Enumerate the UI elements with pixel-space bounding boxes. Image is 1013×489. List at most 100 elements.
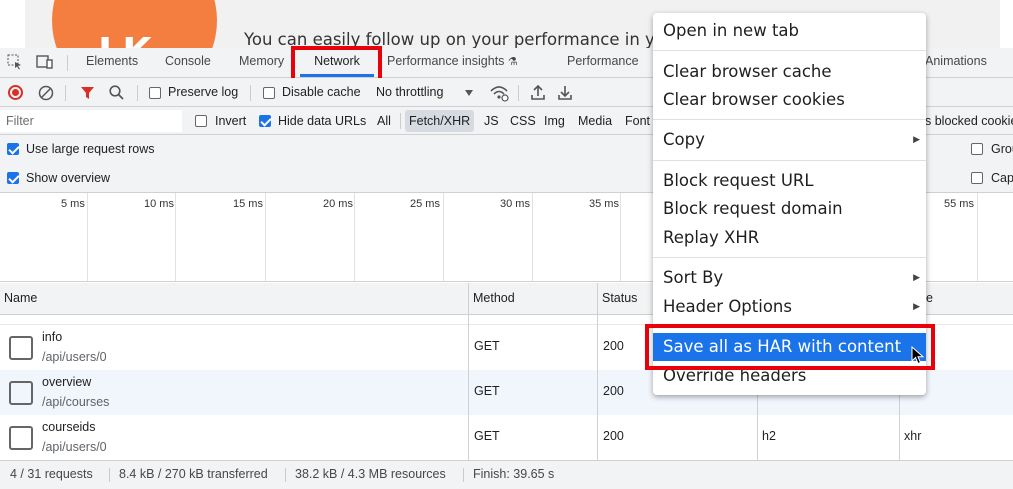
tab-performance-insights[interactable]: Performance insights ⚗: [387, 48, 518, 77]
timeline-tick-label: 15 ms: [233, 198, 263, 210]
clear-icon[interactable]: [38, 85, 54, 101]
type-filter-media[interactable]: Media: [574, 110, 616, 132]
filter-placeholder: Filter: [6, 114, 34, 128]
submenu-arrow-icon: ▶: [913, 135, 920, 145]
type-filter-img[interactable]: Img: [540, 110, 569, 132]
menu-item-copy[interactable]: Copy ▶: [653, 126, 926, 154]
separator: [400, 113, 401, 129]
timeline-tick-label: 10 ms: [144, 198, 174, 210]
request-method: GET: [474, 384, 500, 398]
separator: [109, 468, 110, 482]
request-method: GET: [474, 339, 500, 353]
column-header-method[interactable]: Method: [469, 283, 515, 314]
timeline-tick-label: 25 ms: [410, 198, 440, 210]
menu-item-header-options-label: Header Options: [663, 297, 792, 316]
separator: [65, 85, 66, 101]
invert-label: Invert: [215, 114, 247, 128]
menu-separator: [653, 50, 926, 51]
separator: [250, 85, 251, 101]
preserve-log-checkbox[interactable]: [149, 87, 161, 99]
request-name: info: [42, 330, 63, 344]
document-icon: [9, 381, 33, 405]
tab-elements[interactable]: Elements: [86, 48, 138, 77]
avatar-initials: LK: [98, 30, 152, 48]
timeline-tick-label: 5 ms: [61, 198, 85, 210]
type-filter-font[interactable]: Font: [621, 110, 654, 132]
show-overview-checkbox[interactable]: [7, 172, 19, 184]
menu-item-block-url[interactable]: Block request URL: [653, 167, 926, 195]
column-divider[interactable]: [757, 395, 758, 460]
avatar: LK: [52, 0, 217, 48]
timeline-tick-label: 30 ms: [500, 198, 530, 210]
document-icon: [9, 336, 33, 360]
separator: [67, 55, 68, 71]
chevron-down-icon[interactable]: [465, 90, 473, 96]
timeline-tick: 30 ms: [444, 193, 533, 281]
capture-screenshots-label: Cap: [991, 171, 1013, 185]
type-filter-css[interactable]: CSS: [506, 110, 540, 132]
menu-separator: [653, 257, 926, 258]
group-by-frame-checkbox[interactable]: [971, 143, 983, 155]
disable-cache-checkbox[interactable]: [263, 87, 275, 99]
record-icon[interactable]: [8, 85, 23, 100]
invert-checkbox[interactable]: [195, 115, 207, 127]
menu-item-sort-by[interactable]: Sort By ▶: [653, 264, 926, 292]
large-rows-checkbox[interactable]: [7, 143, 19, 155]
request-type: xhr: [904, 429, 922, 443]
menu-item-header-options[interactable]: Header Options ▶: [653, 293, 926, 321]
hide-data-urls-label: Hide data URLs: [278, 114, 367, 128]
group-by-frame-label: Grou: [991, 142, 1013, 156]
type-filter-js[interactable]: JS: [480, 110, 503, 132]
separator: [285, 468, 286, 482]
export-har-icon[interactable]: [557, 84, 573, 101]
hide-data-urls-checkbox[interactable]: [259, 115, 271, 127]
menu-item-replay-xhr[interactable]: Replay XHR: [653, 224, 926, 252]
filter-input[interactable]: Filter: [0, 110, 182, 132]
menu-item-clear-cache[interactable]: Clear browser cache: [653, 58, 926, 86]
throttling-select[interactable]: No throttling: [376, 85, 443, 99]
request-status: 200: [603, 384, 624, 398]
flask-icon: ⚗: [507, 56, 518, 68]
timeline-tick-label: 55 ms: [944, 198, 974, 210]
timeline-tick: 25 ms: [355, 193, 444, 281]
timeline-tick-label: 20 ms: [323, 198, 353, 210]
separator: [463, 468, 464, 482]
tab-performance[interactable]: Performance: [567, 48, 639, 77]
request-protocol: h2: [762, 429, 776, 443]
filter-icon[interactable]: [80, 85, 95, 101]
type-filter-fetch-xhr[interactable]: Fetch/XHR: [405, 110, 475, 132]
save-har-highlight: [645, 324, 935, 370]
capture-screenshots-checkbox[interactable]: [971, 172, 983, 184]
tab-memory[interactable]: Memory: [239, 48, 284, 77]
column-divider[interactable]: [597, 283, 598, 460]
column-divider[interactable]: [468, 283, 469, 460]
column-divider[interactable]: [899, 395, 900, 460]
preserve-log-label: Preserve log: [168, 85, 239, 99]
import-har-icon[interactable]: [530, 84, 546, 101]
tab-animations[interactable]: Animations: [925, 48, 987, 77]
request-name: courseids: [42, 420, 96, 434]
menu-item-block-domain[interactable]: Block request domain: [653, 195, 926, 223]
type-filter-all[interactable]: All: [373, 110, 395, 132]
submenu-arrow-icon: ▶: [913, 302, 920, 312]
finish-time: Finish: 39.65 s: [473, 467, 555, 481]
request-method: GET: [474, 429, 500, 443]
menu-item-open-new-tab[interactable]: Open in new tab: [653, 17, 926, 45]
separator: [137, 85, 138, 101]
disable-cache-label: Disable cache: [282, 85, 361, 99]
request-status: 200: [603, 429, 624, 443]
request-name: overview: [42, 375, 92, 389]
submenu-arrow-icon: ▶: [913, 273, 920, 283]
table-row[interactable]: courseids /api/users/0 GET 200 h2 xhr: [0, 415, 1013, 460]
menu-item-clear-cookies[interactable]: Clear browser cookies: [653, 86, 926, 114]
inspect-element-icon[interactable]: [6, 54, 24, 72]
column-header-status[interactable]: Status: [598, 283, 637, 314]
column-header-name[interactable]: Name: [0, 283, 37, 314]
request-status: 200: [603, 339, 624, 353]
network-conditions-icon[interactable]: [489, 84, 509, 102]
search-icon[interactable]: [108, 84, 125, 101]
device-toolbar-icon[interactable]: [36, 54, 54, 72]
blocked-cookies-label[interactable]: s blocked cookie: [925, 114, 1013, 128]
tab-console[interactable]: Console: [165, 48, 211, 77]
menu-separator: [653, 160, 926, 161]
